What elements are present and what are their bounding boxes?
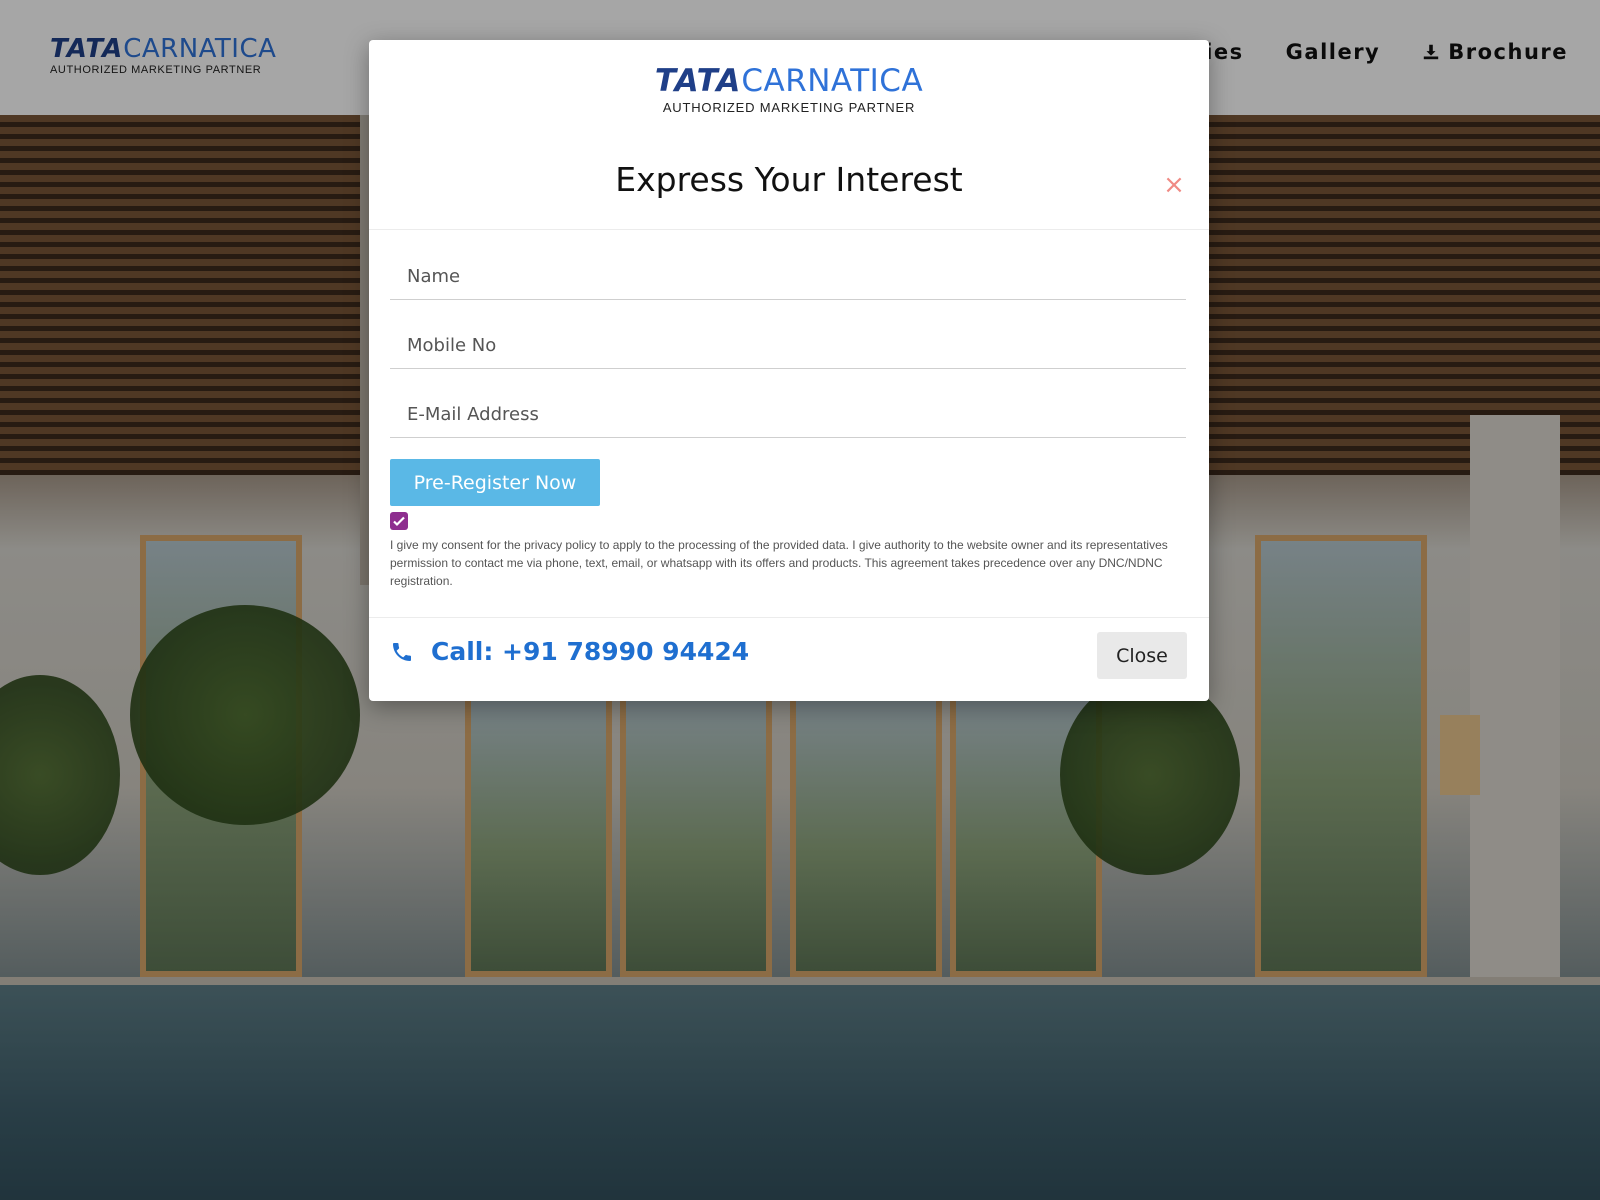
phone-icon (393, 643, 411, 661)
email-input[interactable] (390, 391, 1186, 437)
close-button[interactable]: Close (1097, 632, 1187, 679)
call-link[interactable]: Call: +91 78990 94424 (431, 637, 749, 666)
modal-title: Express Your Interest (615, 160, 963, 199)
email-field-wrapper (390, 391, 1186, 438)
mobile-field-wrapper (390, 322, 1186, 369)
modal-header-divider (369, 229, 1209, 230)
name-field-wrapper (390, 253, 1186, 300)
logo-brand-name: CARNATICA (741, 63, 924, 99)
modal-footer-divider (369, 617, 1209, 618)
consent-checkbox[interactable] (390, 512, 408, 530)
modal-logo: TATACARNATICA AUTHORIZED MARKETING PARTN… (649, 63, 929, 116)
interest-modal: TATACARNATICA AUTHORIZED MARKETING PARTN… (369, 40, 1209, 701)
consent-text: I give my consent for the privacy policy… (390, 538, 1168, 588)
logo-brand-bold: TATA (654, 63, 742, 99)
checkmark-icon (393, 516, 405, 527)
close-icon[interactable]: × (1163, 172, 1185, 198)
pre-register-button[interactable]: Pre-Register Now (390, 459, 600, 506)
mobile-input[interactable] (390, 322, 1186, 368)
logo-tagline: AUTHORIZED MARKETING PARTNER (662, 100, 916, 115)
name-input[interactable] (390, 253, 1186, 299)
